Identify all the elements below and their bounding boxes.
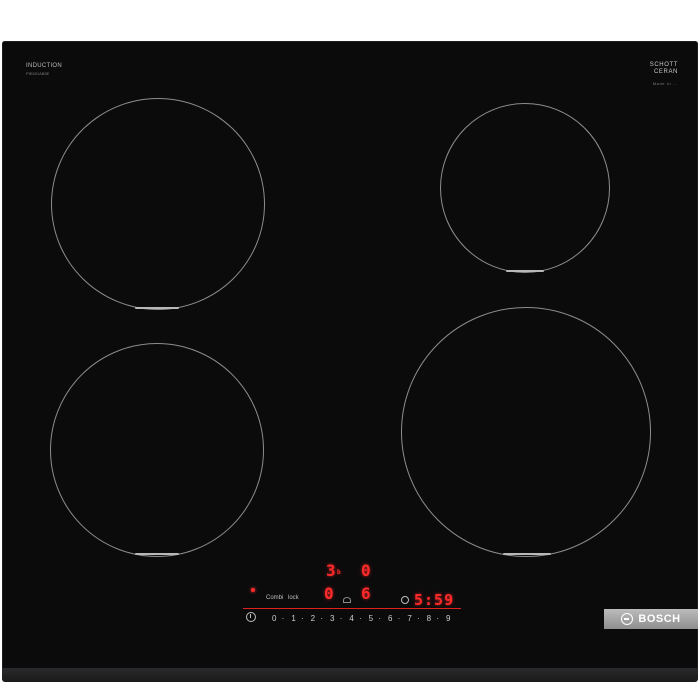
slider-step-1[interactable]: 1 — [291, 614, 295, 623]
slider-step-3[interactable]: 3 — [330, 614, 334, 623]
zone-marker-front-right — [503, 553, 551, 555]
keep-warm-icon[interactable] — [343, 597, 351, 603]
slider-dot[interactable]: · — [378, 614, 381, 623]
rear-left-power-display[interactable]: 3 — [326, 561, 336, 580]
slider-step-2[interactable]: 2 — [311, 614, 315, 623]
power-on-off-button[interactable] — [246, 612, 256, 622]
power-slider-track[interactable] — [243, 608, 461, 609]
slider-step-7[interactable]: 7 — [407, 614, 411, 623]
front-right-power-display[interactable]: 6 — [361, 584, 371, 603]
slider-step-9[interactable]: 9 — [446, 614, 450, 623]
slider-step-8[interactable]: 8 — [427, 614, 431, 623]
zone-indicator-dot — [251, 588, 255, 592]
zone-marker-rear-left — [135, 307, 179, 309]
timer-icon[interactable] — [401, 596, 409, 604]
cooking-zone-front-right[interactable] — [401, 307, 651, 557]
cooking-zone-front-left[interactable] — [50, 343, 264, 557]
schott-ceran-logo: SCHOTT CERAN Made in ... — [649, 62, 678, 86]
combi-button[interactable]: Combi — [266, 595, 283, 601]
model-code: PIE631AB5E — [26, 71, 50, 76]
slider-dot[interactable]: · — [340, 614, 343, 623]
slider-dot[interactable]: · — [417, 614, 420, 623]
slider-step-6[interactable]: 6 — [388, 614, 392, 623]
slider-dot[interactable]: · — [436, 614, 439, 623]
slider-dot[interactable]: · — [320, 614, 323, 623]
zone-marker-rear-right — [506, 270, 544, 272]
slider-dot[interactable]: · — [282, 614, 285, 623]
cooking-zone-rear-left[interactable] — [51, 98, 265, 310]
brand-name: BOSCH — [638, 613, 681, 625]
slider-step-0[interactable]: 0 — [272, 614, 276, 623]
lock-button[interactable]: lock — [288, 595, 299, 601]
slider-dot[interactable]: · — [398, 614, 401, 623]
slider-step-4[interactable]: 4 — [349, 614, 353, 623]
front-left-power-display[interactable]: 0 — [324, 584, 334, 603]
zone-marker-front-left — [135, 553, 179, 555]
cooking-zone-rear-right[interactable] — [440, 103, 610, 273]
slider-dot[interactable]: · — [359, 614, 362, 623]
rear-right-power-display[interactable]: 0 — [361, 561, 371, 580]
bosch-logo-icon — [621, 613, 634, 625]
rear-left-boost-indicator: b — [337, 569, 341, 576]
cooktop-frame-edge — [2, 668, 698, 682]
timer-display[interactable]: 5:59 — [414, 591, 454, 609]
slider-step-5[interactable]: 5 — [369, 614, 373, 623]
induction-label: INDUCTION — [26, 63, 63, 69]
slider-dot[interactable]: · — [301, 614, 304, 623]
brand-plate: BOSCH — [604, 609, 698, 629]
